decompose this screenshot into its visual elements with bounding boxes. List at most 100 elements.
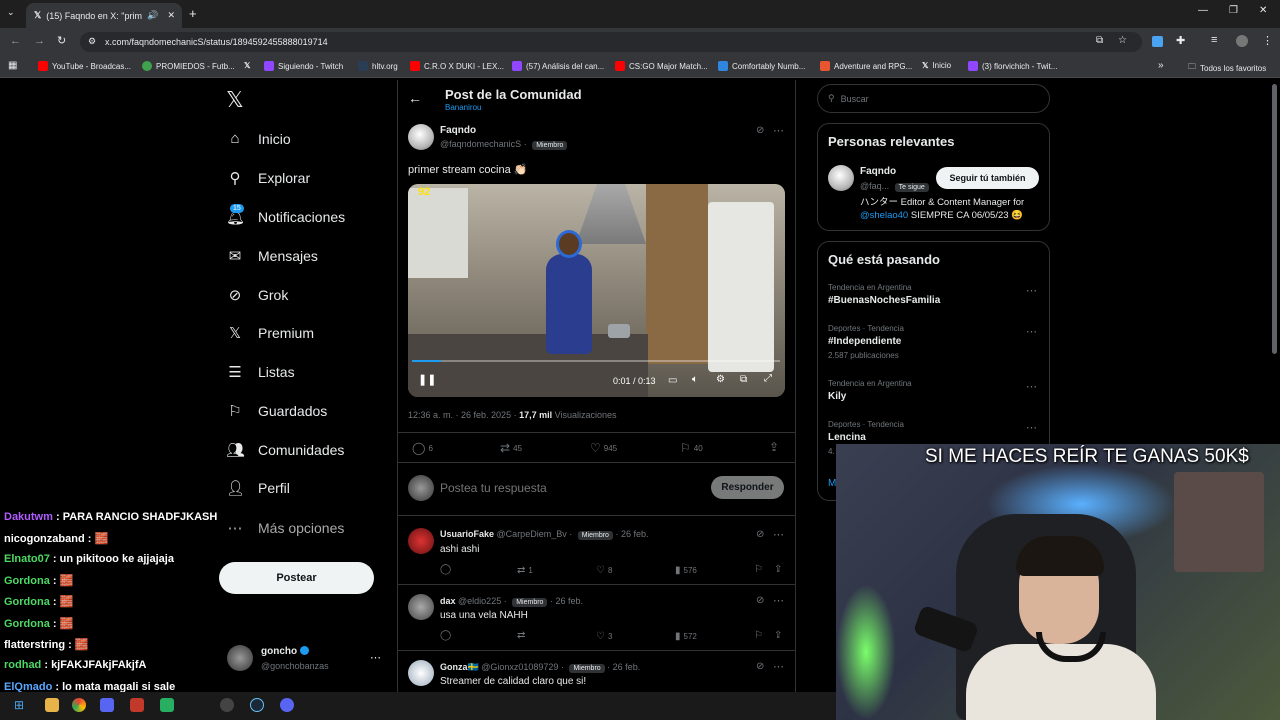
chat-username[interactable]: Gordona <box>4 596 50 608</box>
maximize-icon[interactable]: ❐ <box>1229 5 1238 16</box>
bookmark-icon[interactable]: ⚐ <box>754 630 763 641</box>
bookmark-item[interactable]: C.R.O X DUKI - LEX... <box>410 61 504 71</box>
repost-action[interactable]: ⇄ 1 <box>517 565 533 576</box>
trend-item[interactable]: Deportes · Tendencia #Independiente 2.587 … <box>828 324 904 360</box>
site-info-icon[interactable]: ⚙ <box>88 36 96 47</box>
all-bookmarks[interactable]: 🗀 Todos los favoritos <box>1188 61 1266 75</box>
nav-communities[interactable]: 👥︎ Comunidades <box>226 441 344 459</box>
profile-avatar[interactable] <box>1236 35 1248 47</box>
trend-more-icon[interactable]: ⋯ <box>1026 380 1037 393</box>
post-video[interactable]: 92 ❚❚ 0:01 / 0:13 ▭ 🔈︎ ⚙ ⧉ ⤢ <box>408 184 785 397</box>
nav-premium[interactable]: 𝕏 Premium <box>226 324 314 342</box>
post-author-name[interactable]: Faqndo <box>440 125 476 136</box>
trend-more-icon[interactable]: ⋯ <box>1026 284 1037 297</box>
community-name[interactable]: Bananirou <box>445 103 481 112</box>
address-bar[interactable]: x.com/faqndomechanicS/status/18945924558… <box>80 32 1142 52</box>
grok-explain-icon[interactable]: ⊘ <box>756 125 764 136</box>
reply-more-icon[interactable]: ⋯ <box>773 660 784 673</box>
tab-search-icon[interactable]: ⌄ <box>7 7 15 18</box>
post-author-avatar[interactable] <box>408 124 434 150</box>
app-icon[interactable] <box>220 698 234 712</box>
relevant-avatar[interactable] <box>828 165 854 191</box>
pause-icon[interactable]: ❚❚ <box>418 373 436 386</box>
bookmark-item[interactable]: CS:GO Major Match... <box>615 61 708 71</box>
bookmark-item[interactable]: Siguiendo - Twitch <box>264 61 343 71</box>
chrome-icon[interactable] <box>72 698 86 712</box>
trend-item[interactable]: Tendencia en Argentina Kily <box>828 379 912 402</box>
close-window-icon[interactable]: ✕ <box>1259 5 1267 16</box>
steam-icon[interactable] <box>250 698 264 712</box>
nav-profile[interactable]: 👤︎ Perfil <box>226 479 290 497</box>
reply-more-icon[interactable]: ⋯ <box>773 528 784 541</box>
nav-more[interactable]: ⋯ Más opciones <box>226 519 345 537</box>
nav-bookmarks[interactable]: ⚐ Guardados <box>226 402 327 420</box>
install-icon[interactable]: ⧉ <box>1096 35 1103 46</box>
app-icon[interactable] <box>100 698 114 712</box>
chat-username[interactable]: nicogonzaband <box>4 533 85 545</box>
app-icon[interactable] <box>130 698 144 712</box>
new-tab-icon[interactable]: + <box>189 6 197 21</box>
bookmark-item[interactable]: 𝕏 Inicio <box>922 61 951 70</box>
chat-username[interactable]: rodhad <box>4 659 41 671</box>
bookmark-action[interactable]: ⚐ 40 <box>680 441 703 455</box>
bookmark-item[interactable]: 𝕏 <box>244 61 250 70</box>
bookmark-item[interactable]: Comfortably Numb... <box>718 61 805 71</box>
fullscreen-icon[interactable]: ⤢ <box>764 373 772 384</box>
reply-action[interactable]: ◯ 6 <box>412 441 433 455</box>
nav-home[interactable]: ⌂ Inicio <box>226 130 290 147</box>
account-avatar[interactable] <box>227 645 253 671</box>
volume-icon[interactable]: 🔈︎ <box>692 374 698 385</box>
post-button[interactable]: Postear <box>219 562 374 594</box>
close-tab-icon[interactable]: ✕ <box>167 10 175 21</box>
trend-more-icon[interactable]: ⋯ <box>1026 421 1037 434</box>
extensions-puzzle-icon[interactable]: ✚ <box>1176 34 1185 47</box>
reply-grok-icon[interactable]: ⊘ <box>756 529 764 540</box>
trend-item[interactable]: Tendencia en Argentina #BuenasNochesFamil… <box>828 283 940 306</box>
nav-notifications[interactable]: 🔔︎ Notificaciones <box>226 208 345 226</box>
chat-username[interactable]: Gordona <box>4 575 50 587</box>
views-action[interactable]: ▮ 572 <box>675 631 697 642</box>
bookmark-item[interactable]: YouTube - Broadcas... <box>38 61 131 71</box>
reply-button[interactable]: Responder <box>711 476 784 499</box>
follow-button[interactable]: Seguir tú también <box>936 167 1039 189</box>
video-progress-track[interactable] <box>412 360 780 362</box>
app-icon[interactable] <box>160 698 174 712</box>
reload-icon[interactable]: ↻ <box>57 34 66 47</box>
repost-icon[interactable]: ⇄ <box>517 630 525 641</box>
nav-lists[interactable]: ☰ Listas <box>226 363 294 381</box>
nav-messages[interactable]: ✉ Mensajes <box>226 247 318 265</box>
chat-username[interactable]: Gordona <box>4 618 50 630</box>
reply-icon[interactable]: ◯ <box>440 564 451 575</box>
reply-grok-icon[interactable]: ⊘ <box>756 661 764 672</box>
bookmark-icon[interactable]: ⚐ <box>754 564 763 575</box>
bookmark-item[interactable]: (3) florvichich - Twit... <box>968 61 1057 71</box>
bookmark-item[interactable]: PROMIEDOS - Futb... <box>142 61 235 71</box>
reply-avatar[interactable] <box>408 528 434 554</box>
speaker-icon[interactable]: 🔊 <box>147 10 158 21</box>
like-action[interactable]: ♡ 945 <box>590 441 617 455</box>
captions-icon[interactable]: ▭ <box>668 375 677 386</box>
share-icon[interactable]: ⇪ <box>774 564 782 575</box>
trend-more-icon[interactable]: ⋯ <box>1026 325 1037 338</box>
back-icon[interactable]: ← <box>10 35 21 47</box>
like-action[interactable]: ♡ 3 <box>596 631 612 642</box>
account-menu-icon[interactable]: ⋯ <box>370 651 381 664</box>
share-icon[interactable]: ⇪ <box>769 440 779 454</box>
repost-action[interactable]: ⇄ 45 <box>500 441 522 455</box>
pip-icon[interactable]: ⧉ <box>740 374 747 385</box>
reply-input[interactable] <box>440 479 690 497</box>
share-icon[interactable]: ⇪ <box>774 630 782 641</box>
page-scrollbar[interactable] <box>1272 84 1277 354</box>
bookmark-item[interactable]: hltv.org <box>358 61 398 71</box>
relevant-name[interactable]: Faqndo <box>860 166 896 177</box>
search-box[interactable]: ⚲ Buscar <box>817 84 1050 113</box>
reply-more-icon[interactable]: ⋯ <box>773 594 784 607</box>
settings-icon[interactable]: ⚙ <box>716 374 725 385</box>
chat-username[interactable]: Elnato07 <box>4 553 50 565</box>
bookmark-item[interactable]: (57) Análisis del can... <box>512 61 604 71</box>
apps-grid-icon[interactable]: ▦ <box>8 60 17 71</box>
views-action[interactable]: ▮ 576 <box>675 565 697 576</box>
nav-explore[interactable]: ⚲ Explorar <box>226 169 311 187</box>
discord-icon[interactable] <box>280 698 294 712</box>
media-control-icon[interactable]: ≡ <box>1211 34 1217 46</box>
